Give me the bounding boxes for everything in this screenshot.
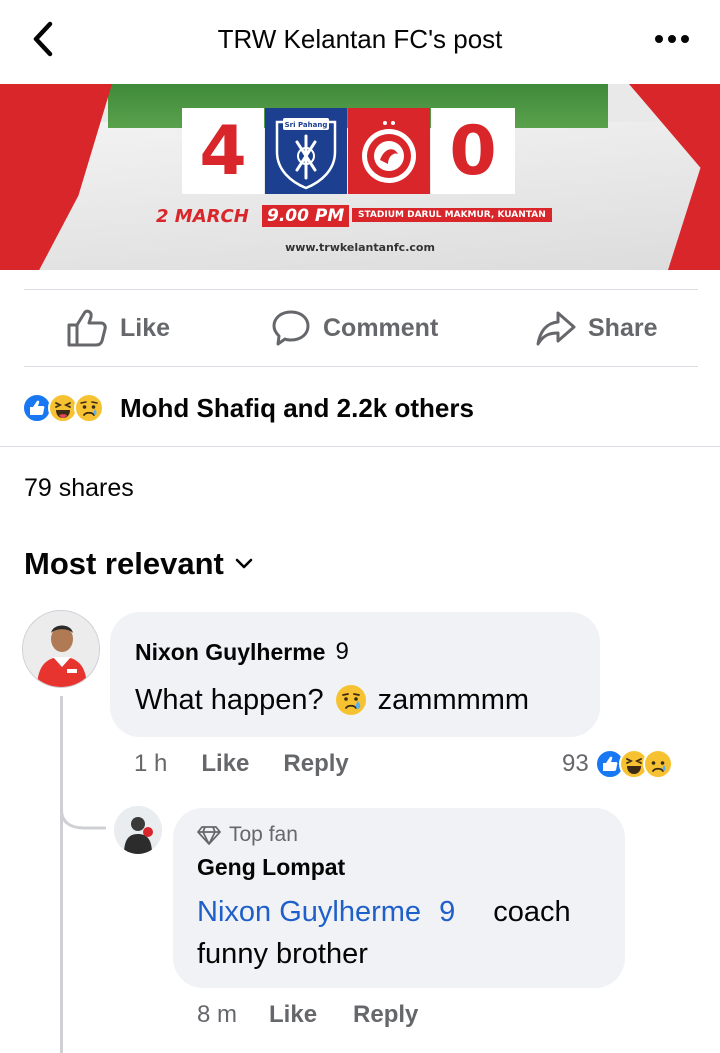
post-image[interactable]: 4 Sri Pahang 0 2 MARCH 9.00 PM STADIUM D… [0,84,720,270]
comment-author[interactable]: Nixon Guylherme 9 [135,638,349,666]
home-score: 4 [182,108,264,194]
thumbs-up-icon [67,309,107,347]
avatar[interactable] [114,806,162,854]
comment-reaction-icons [594,749,675,779]
comment-action-label: Comment [323,313,439,342]
comment-like-button[interactable]: Like [201,750,249,778]
reply-author-name[interactable]: Geng Lompat [197,854,345,881]
comment-reply-button[interactable]: Reply [283,750,348,778]
share-action-button[interactable]: Share [536,300,657,356]
kelantan-crest [348,108,430,194]
comment-text-part-2: zammmmm [377,683,530,716]
more-options-button[interactable] [650,22,694,56]
reply-text-part-1: coach [493,896,571,928]
shares-count[interactable]: 79 shares [24,474,134,503]
divider [0,446,720,447]
like-action-button[interactable]: Like [66,300,170,356]
club-website: www.trwkelantanfc.com [285,241,435,254]
like-action-label: Like [120,313,171,342]
crying-face-emoji-icon [335,685,366,715]
comment-time[interactable]: 1 h [134,750,167,778]
more-dots-icon [655,35,689,43]
reply-like-button[interactable]: Like [269,1001,317,1029]
author-badge: 9 [335,638,349,665]
comment-bubble-icon [272,310,310,346]
reply-reply-button[interactable]: Reply [353,1001,418,1029]
top-bar: TRW Kelantan FC's post [0,0,720,82]
reply-time[interactable]: 8 m [197,1001,237,1029]
divider [24,289,698,290]
comment-author-name: Nixon Guylherme [135,638,326,665]
share-arrow-icon [536,311,576,346]
sad-reaction-icon [74,393,104,423]
shield-crest-icon: Sri Pahang [275,118,337,190]
match-time: 9.00 PM [262,205,350,227]
crest-label: Sri Pahang [285,121,328,129]
reply-avatar-icon [114,806,162,854]
comment-sort-dropdown[interactable]: Most relevant [24,546,254,582]
diamond-icon [197,826,221,845]
reply-bubble[interactable]: Top fan Geng Lompat Nixon Guylherme 9 co… [173,808,625,988]
divider [24,366,698,367]
reply-mention[interactable]: Nixon Guylherme [197,896,421,928]
away-score: 0 [431,108,515,194]
reaction-icons [22,391,120,425]
sad-reaction-icon [642,749,673,779]
reply-text-line-1: Nixon Guylherme 9 coach [197,896,571,929]
chevron-down-icon [235,558,253,569]
reply-mention-badge: 9 [439,896,456,928]
circular-crest-icon [362,121,416,183]
comment-bubble[interactable]: Nixon Guylherme 9 What happen? zammmmm [110,612,600,737]
comment-text: What happen? zammmmm [135,683,529,717]
thread-connector-line [60,696,63,1053]
comment-text-part-1: What happen? [135,683,324,716]
reactions-summary-text: Mohd Shafiq and 2.2k others [120,392,474,423]
match-date: 2 MARCH [156,206,249,227]
page-title: TRW Kelantan FC's post [217,24,503,54]
match-venue: STADIUM DARUL MAKMUR, KUANTAN [352,208,552,222]
player-avatar-icon [23,611,99,687]
sort-label: Most relevant [24,546,224,581]
top-fan-label: Top fan [229,823,298,846]
comment-reactions[interactable]: 93 [562,748,675,780]
reply-meta: 8 m Like Reply [197,999,418,1031]
comment-meta: 1 h Like Reply [134,748,349,780]
avatar[interactable] [22,610,100,688]
share-action-label: Share [588,313,658,342]
comment-reaction-count: 93 [562,750,589,777]
thread-connector-curve [60,790,106,830]
reactions-summary[interactable]: Mohd Shafiq and 2.2k others [22,390,474,426]
sri-pahang-crest: Sri Pahang [265,108,347,194]
top-fan-badge: Top fan [197,823,298,847]
comment-action-button[interactable]: Comment [271,300,438,356]
reply-text-line-2: funny brother [197,938,368,970]
